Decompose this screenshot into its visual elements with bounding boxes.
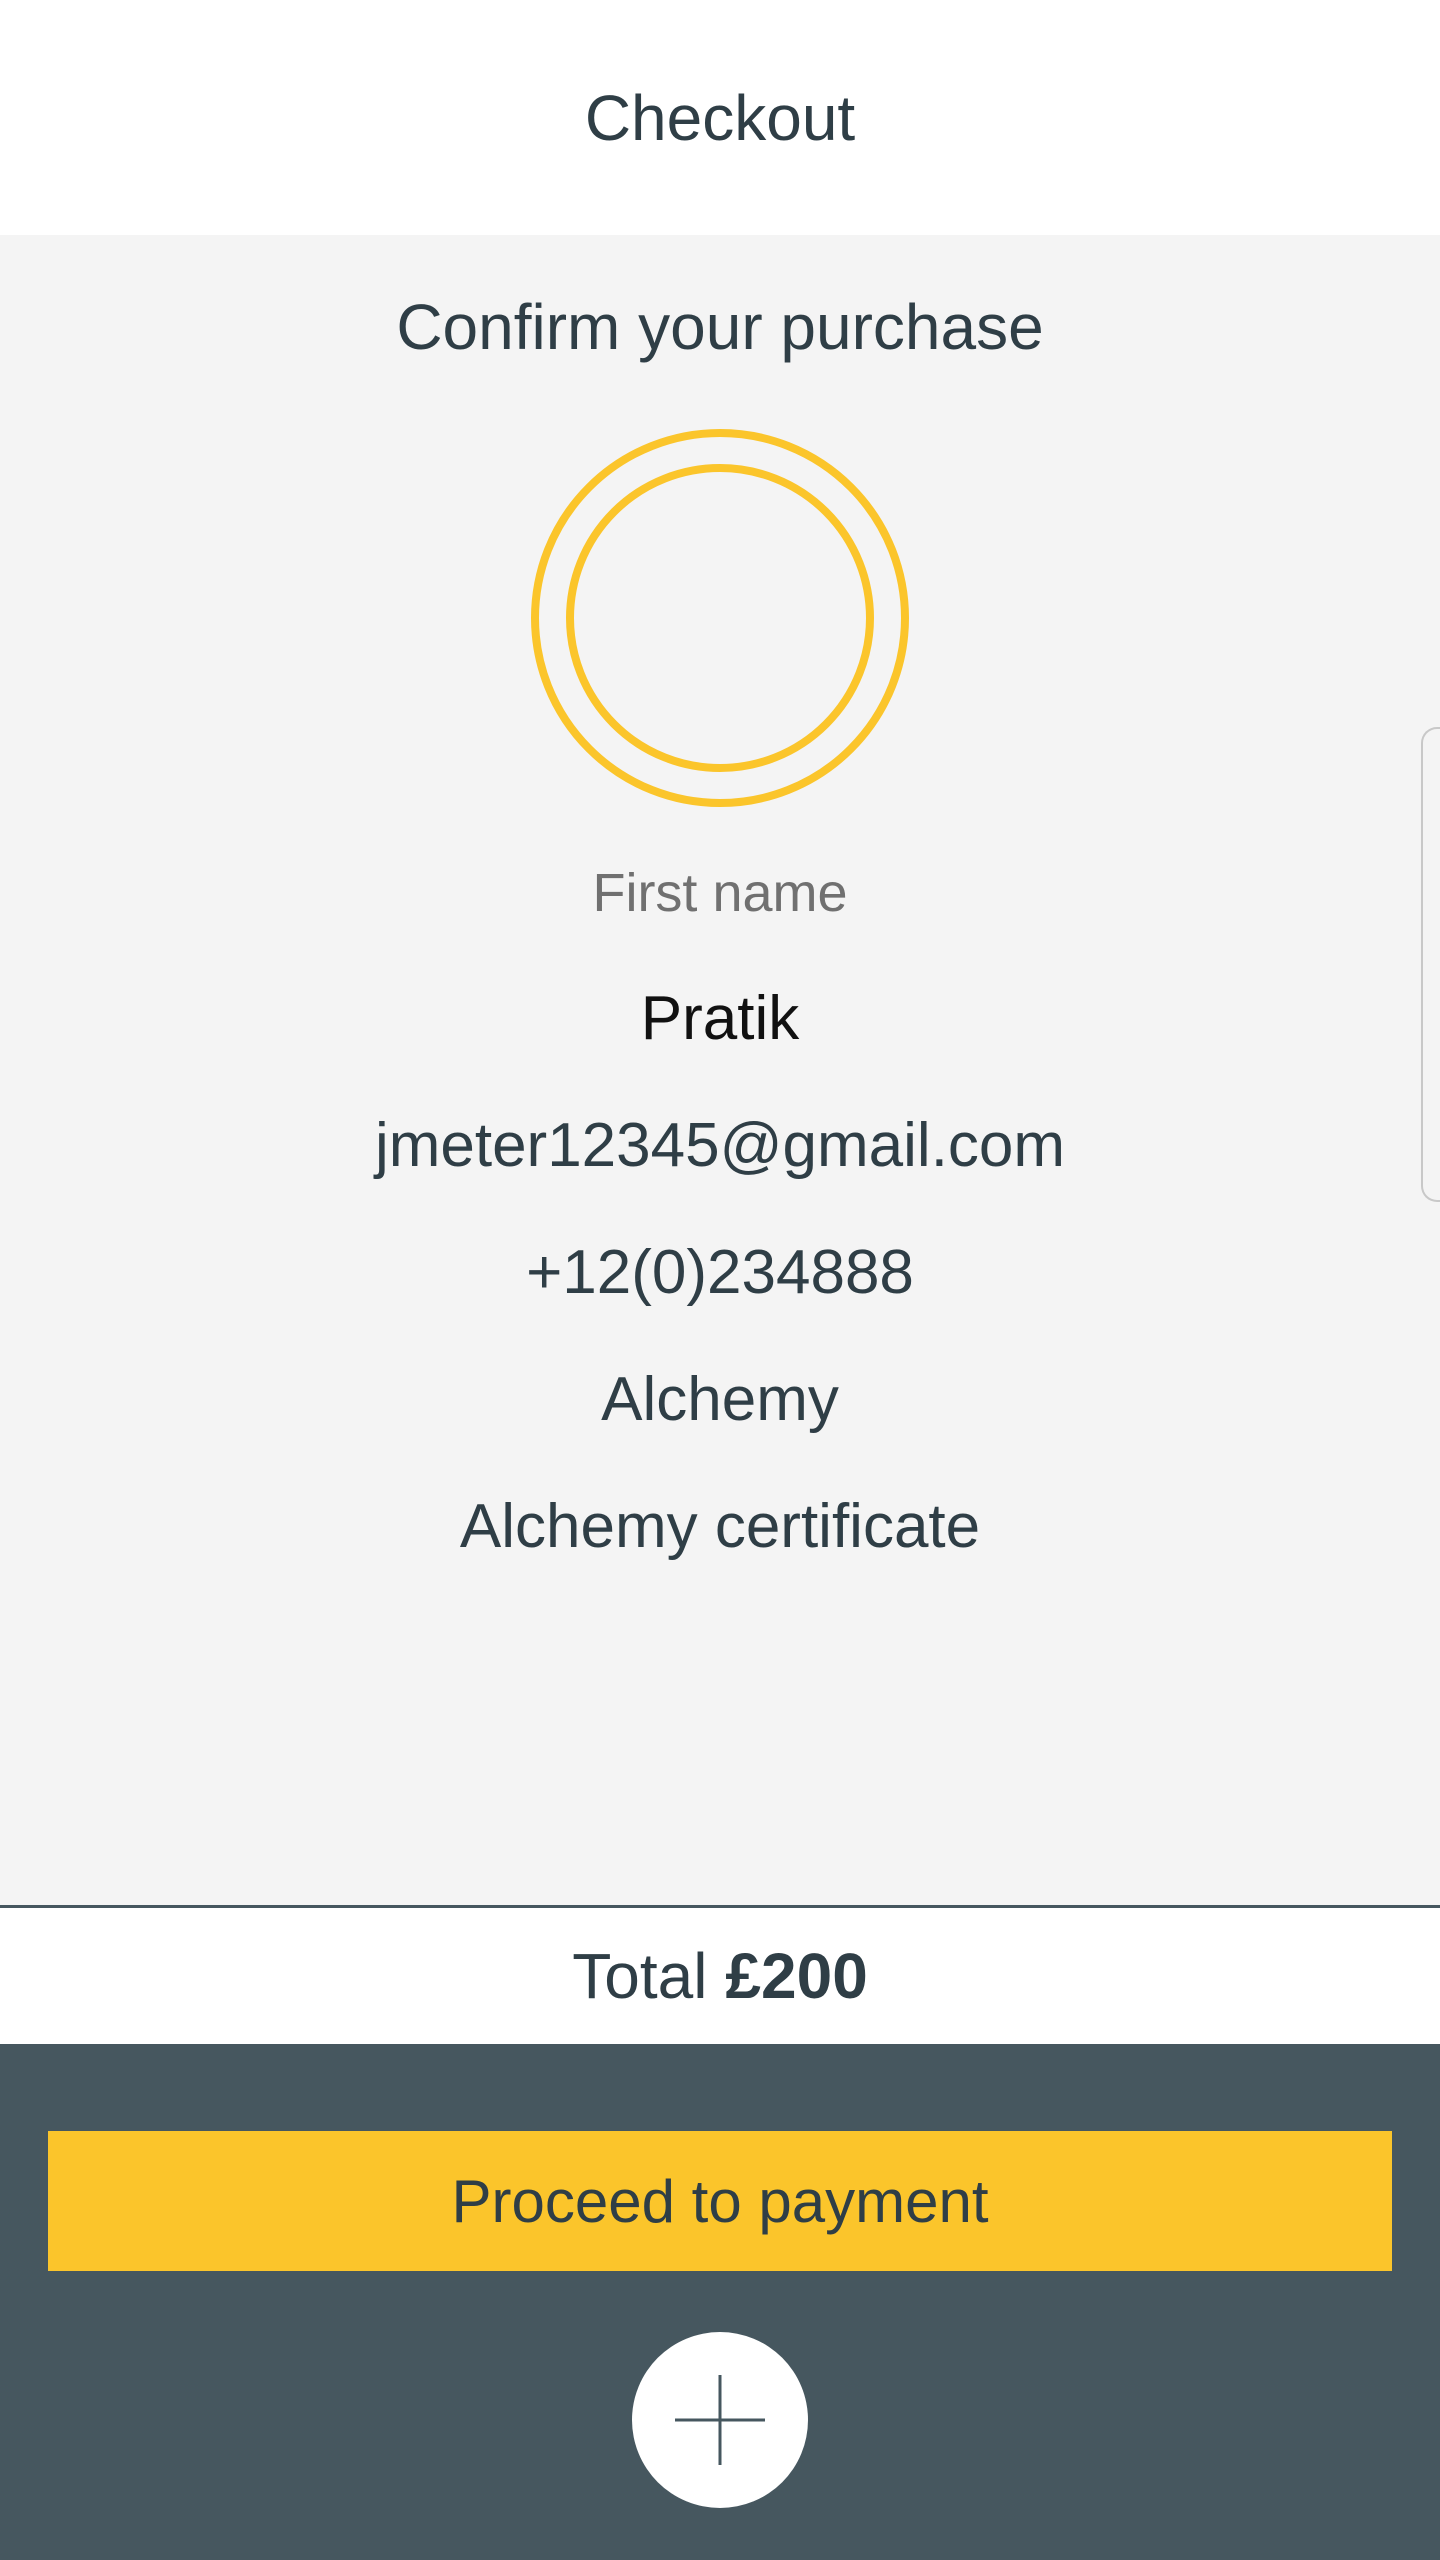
total-amount: £200 [725,1940,868,2012]
first-name-value: Pratik [640,984,800,1053]
certificate-value: Alchemy certificate [459,1492,981,1561]
course-value: Alchemy [601,1365,839,1434]
avatar-ring-icon [531,429,909,807]
total-bar: Total £200 [0,1908,1440,2044]
first-name-label: First name [592,863,848,923]
confirm-heading: Confirm your purchase [396,291,1044,363]
plus-icon [675,2375,765,2465]
proceed-to-payment-button[interactable]: Proceed to payment [48,2131,1392,2271]
total-label: Total [572,1940,708,2012]
add-button[interactable] [632,2332,808,2508]
page-title: Checkout [584,81,856,154]
side-drawer-handle[interactable] [1421,727,1440,1202]
phone-value: +12(0)234888 [526,1238,914,1307]
email-value: jmeter12345@gmail.com [374,1111,1066,1180]
proceed-to-payment-label: Proceed to payment [451,2167,989,2235]
app-header: Checkout [0,0,1440,235]
